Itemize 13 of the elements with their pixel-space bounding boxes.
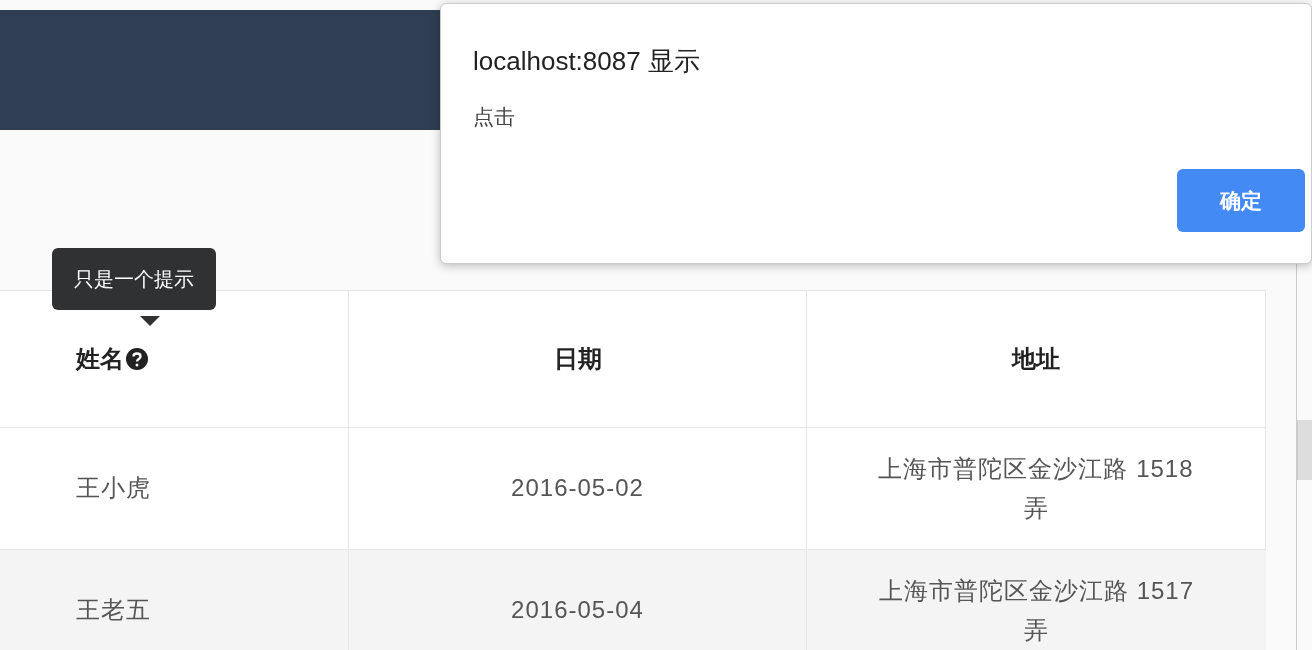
- column-header: 日期: [553, 344, 602, 374]
- tooltip: 只是一个提示: [52, 248, 216, 310]
- table-cell: 2016-05-04: [349, 550, 807, 650]
- dialog-message: 点击: [473, 104, 516, 130]
- resize-handle[interactable]: [1297, 420, 1312, 480]
- tooltip-arrow: [140, 316, 160, 326]
- dialog-title: localhost:8087 显示: [473, 45, 701, 78]
- table-cell: 王老五: [0, 550, 349, 650]
- ok-button[interactable]: 确定: [1177, 169, 1305, 232]
- help-icon[interactable]: [126, 348, 148, 370]
- table-cell: 上海市普陀区金沙江路 1517 弄: [807, 550, 1266, 650]
- column-header: 地址: [1012, 344, 1060, 374]
- column-header: 姓名: [76, 344, 124, 374]
